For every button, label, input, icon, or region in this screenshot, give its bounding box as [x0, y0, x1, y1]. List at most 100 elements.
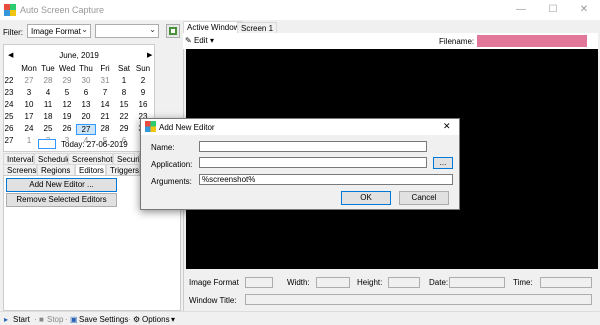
tab-screens[interactable]: Screens: [3, 164, 37, 175]
refresh-button[interactable]: [166, 24, 180, 38]
width-field: [316, 277, 350, 288]
dialog-close-button[interactable]: ✕: [443, 121, 451, 132]
stop-button[interactable]: Stop: [47, 315, 63, 324]
calendar-day[interactable]: 2: [133, 76, 153, 85]
filename-field[interactable]: [477, 35, 587, 47]
calendar-day[interactable]: 5: [57, 88, 77, 97]
arguments-input[interactable]: %screenshot%: [199, 174, 453, 185]
name-label: Name:: [151, 143, 175, 152]
calendar-day[interactable]: 31: [95, 76, 115, 85]
calendar-day[interactable]: 4: [38, 88, 58, 97]
name-input[interactable]: [199, 141, 427, 152]
add-new-editor-dialog: Add New Editor ✕ Name: Application: ... …: [140, 118, 460, 210]
tab-editors[interactable]: Editors: [75, 164, 106, 175]
calendar-day[interactable]: 18: [38, 112, 58, 121]
minimize-button[interactable]: —: [505, 0, 537, 20]
calendar-day[interactable]: 27: [76, 124, 96, 135]
calendar[interactable]: ◀ June, 2019 ▶ Mon Tue Wed Thu Fri Sat Sun 22 27…: [3, 44, 155, 152]
calendar-day[interactable]: 3: [19, 88, 39, 97]
calendar-week-number: 23: [4, 88, 14, 97]
tab-screen-1[interactable]: Screen 1: [237, 22, 278, 33]
calendar-day-header: Mon: [21, 64, 37, 73]
calendar-day[interactable]: 26: [57, 124, 77, 133]
calendar-day[interactable]: 17: [19, 112, 39, 121]
calendar-day[interactable]: 25: [38, 124, 58, 133]
application-input[interactable]: [199, 157, 427, 168]
calendar-day-header: Thu: [79, 64, 93, 73]
width-label: Width:: [287, 278, 310, 287]
calendar-day[interactable]: 10: [19, 100, 39, 109]
edit-menu[interactable]: ✎ Edit ▾: [185, 36, 214, 45]
calendar-day[interactable]: 15: [114, 100, 134, 109]
filter-type-value: Image Format: [31, 27, 81, 36]
calendar-day[interactable]: 11: [38, 100, 58, 109]
today-label[interactable]: Today: 27-06-2019: [61, 140, 128, 149]
tab-triggers[interactable]: Triggers: [106, 164, 140, 175]
calendar-day[interactable]: 24: [19, 124, 39, 133]
title-bar: Auto Screen Capture — ☐ ✕: [0, 0, 600, 20]
tab-active-window[interactable]: Active Window: [183, 21, 244, 33]
stop-icon: ■: [39, 315, 44, 324]
calendar-day[interactable]: 28: [38, 76, 58, 85]
chevron-down-icon: ▾: [171, 315, 176, 324]
calendar-day[interactable]: 13: [76, 100, 96, 109]
image-format-label: Image Format: [189, 278, 239, 287]
height-label: Height:: [357, 278, 383, 287]
start-button[interactable]: Start: [13, 315, 30, 324]
app-logo-icon: [145, 121, 156, 132]
calendar-title: June, 2019: [59, 51, 99, 60]
filter-value-dropdown[interactable]: ⌄: [95, 24, 159, 38]
calendar-week-number: 25: [4, 112, 14, 121]
ok-button[interactable]: OK: [341, 191, 391, 205]
today-marker: [38, 139, 56, 149]
calendar-day[interactable]: 8: [114, 88, 134, 97]
calendar-day[interactable]: 20: [76, 112, 96, 121]
remove-selected-editors-button[interactable]: Remove Selected Editors: [6, 193, 117, 207]
add-new-editor-button[interactable]: Add New Editor ...: [6, 178, 117, 192]
maximize-button[interactable]: ☐: [537, 0, 569, 20]
application-label: Application:: [151, 160, 193, 169]
calendar-day[interactable]: 1: [19, 136, 39, 145]
tab-interval[interactable]: Interval: [3, 153, 34, 164]
calendar-day[interactable]: 6: [76, 88, 96, 97]
tab-securi[interactable]: Securi: [113, 153, 140, 164]
calendar-day[interactable]: 19: [57, 112, 77, 121]
gear-icon: ⚙: [133, 315, 141, 324]
pencil-icon: ✎: [185, 36, 192, 45]
cancel-button[interactable]: Cancel: [399, 191, 449, 205]
options-button[interactable]: Options: [142, 315, 170, 324]
dialog-title: Add New Editor: [159, 123, 215, 132]
calendar-prev-icon[interactable]: ◀: [8, 51, 13, 59]
calendar-day[interactable]: 28: [95, 124, 115, 133]
calendar-day[interactable]: 7: [95, 88, 115, 97]
image-format-field: [245, 277, 273, 288]
calendar-day[interactable]: 29: [57, 76, 77, 85]
save-settings-button[interactable]: Save Settings: [79, 315, 128, 324]
calendar-day[interactable]: 14: [95, 100, 115, 109]
tab-screenshots[interactable]: Screenshots: [68, 153, 116, 164]
tab-regions[interactable]: Regions: [37, 164, 75, 175]
calendar-day[interactable]: 30: [76, 76, 96, 85]
toolbar: ✎ Edit ▾ Filename:: [183, 33, 598, 49]
calendar-day[interactable]: 22: [114, 112, 134, 121]
calendar-day[interactable]: 29: [114, 124, 134, 133]
chevron-down-icon: ⌄: [149, 25, 156, 34]
calendar-week-number: 27: [4, 136, 14, 145]
calendar-day[interactable]: 12: [57, 100, 77, 109]
close-button[interactable]: ✕: [568, 0, 600, 20]
browse-button[interactable]: ...: [433, 157, 453, 169]
filter-type-dropdown[interactable]: Image Format ⌄: [27, 24, 91, 38]
separator: ·: [34, 315, 37, 324]
calendar-day[interactable]: 27: [19, 76, 39, 85]
calendar-day[interactable]: 16: [133, 100, 153, 109]
edit-menu-label: Edit: [193, 36, 208, 45]
tab-schedule[interactable]: Schedule: [34, 153, 71, 164]
window-title: Auto Screen Capture: [20, 5, 105, 15]
time-field: [540, 277, 592, 288]
calendar-day-header: Fri: [100, 64, 110, 73]
calendar-day[interactable]: 1: [114, 76, 134, 85]
calendar-week-number: 24: [4, 100, 14, 109]
calendar-day[interactable]: 21: [95, 112, 115, 121]
calendar-next-icon[interactable]: ▶: [147, 51, 152, 59]
calendar-day[interactable]: 9: [133, 88, 153, 97]
